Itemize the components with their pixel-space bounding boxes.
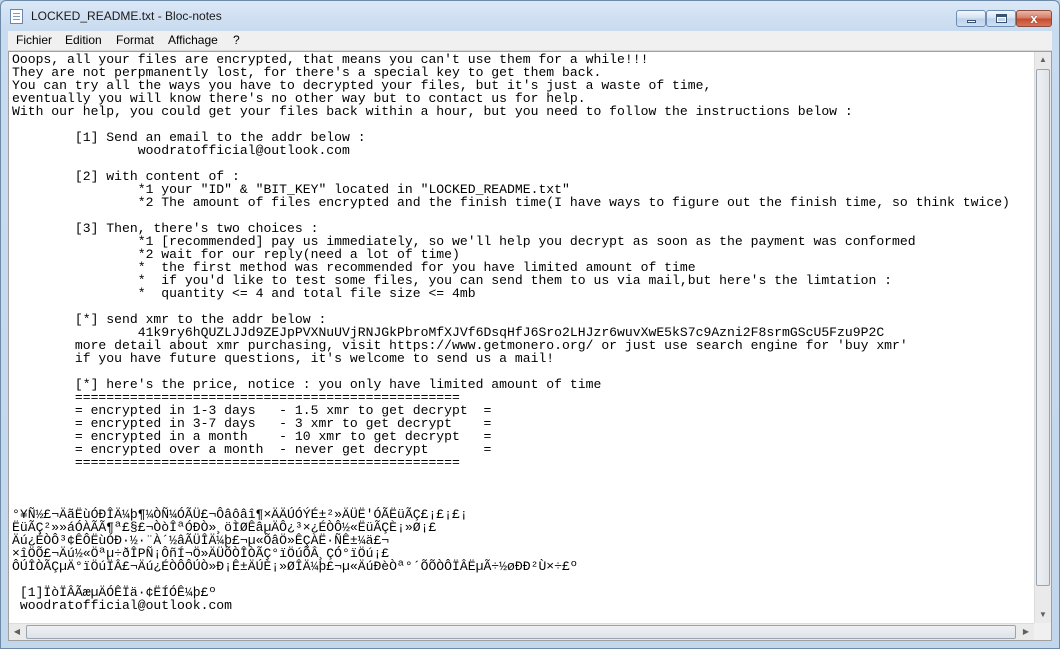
- menu-edition[interactable]: Edition: [65, 33, 102, 47]
- notepad-icon: [10, 9, 23, 24]
- maximize-icon: [996, 14, 1007, 23]
- scroll-down-icon[interactable]: ▼: [1035, 607, 1051, 623]
- minimize-button[interactable]: [956, 10, 986, 27]
- menu-bar: Fichier Edition Format Affichage ?: [8, 31, 1052, 51]
- close-icon: x: [1030, 11, 1038, 26]
- document-text[interactable]: Ooops, all your files are encrypted, tha…: [12, 53, 1032, 612]
- scroll-right-icon[interactable]: ▶: [1018, 624, 1034, 640]
- horizontal-scroll-thumb[interactable]: [26, 625, 1016, 639]
- text-area[interactable]: Ooops, all your files are encrypted, tha…: [12, 53, 1032, 623]
- scrollbar-corner: [1034, 623, 1051, 640]
- text-editor[interactable]: Ooops, all your files are encrypted, tha…: [8, 51, 1052, 641]
- menu-format[interactable]: Format: [116, 33, 154, 47]
- maximize-button[interactable]: [986, 10, 1016, 27]
- scroll-up-icon[interactable]: ▲: [1035, 52, 1051, 68]
- window-title: LOCKED_README.txt - Bloc-notes: [31, 9, 222, 23]
- minimize-icon: [967, 20, 976, 23]
- notepad-window: LOCKED_README.txt - Bloc-notes x Fichier…: [0, 0, 1060, 649]
- title-bar[interactable]: LOCKED_README.txt - Bloc-notes x: [1, 1, 1059, 31]
- menu-help[interactable]: ?: [233, 33, 240, 47]
- menu-fichier[interactable]: Fichier: [16, 33, 52, 47]
- scroll-left-icon[interactable]: ◀: [9, 624, 25, 640]
- vertical-scroll-thumb[interactable]: [1036, 69, 1050, 586]
- close-button[interactable]: x: [1016, 10, 1052, 27]
- horizontal-scrollbar[interactable]: ◀ ▶: [9, 623, 1034, 640]
- vertical-scrollbar[interactable]: ▲ ▼: [1034, 52, 1051, 623]
- menu-affichage[interactable]: Affichage: [168, 33, 218, 47]
